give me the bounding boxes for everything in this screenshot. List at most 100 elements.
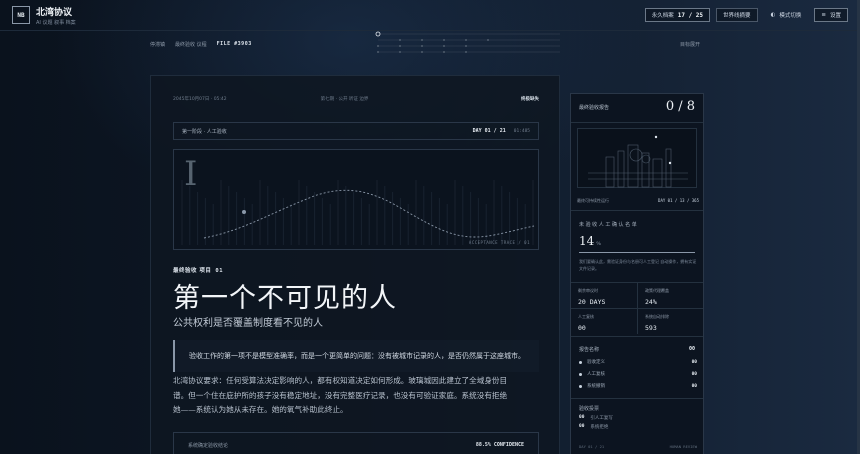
report-panel: 最终验收报告 0 / 8 最终可持续性运行 DAY 01 / 13 / 365 …: [570, 93, 704, 454]
top-actions: 永久档案 17 / 25 世界线摘要 ◐ 模式切换 ≡ 设置: [644, 8, 848, 22]
panel-footer: DAY 01 / 21 HUMAN REVIEW: [579, 444, 697, 449]
confirm-list-title: 未 验 收 人 工 确 认 名 单: [579, 222, 637, 228]
summary-button[interactable]: 世界线摘要: [716, 8, 758, 22]
stat-value: 593: [645, 324, 657, 332]
article-meta: 2045年10月07日 · 05:42 第七期 · 公开 听证 边界 终极缺失: [173, 96, 539, 102]
stat-label: 人工复核: [578, 314, 594, 319]
confirm-unit: %: [596, 241, 602, 247]
archive-label: 永久档案: [651, 13, 674, 19]
moon-icon: ◐: [770, 12, 776, 18]
breadcrumb-item-2[interactable]: 最终验收 议程: [175, 41, 207, 48]
plot-caption-left: 最终可持续性运行: [577, 198, 609, 203]
vote-title: 验收投票: [579, 406, 600, 412]
file-id: FILE #3903: [216, 40, 252, 47]
vote-label: 引人工复写: [590, 416, 613, 421]
bullet-icon: [579, 372, 582, 376]
plot-caption: ACCEPTANCE TRACE / 01: [468, 240, 530, 245]
body-line-1: 北湾协议要求：任何受算法决定影响的人，都有权知道决定如何形成。玻璃城因此建立了全…: [173, 376, 508, 385]
stat-cell: 政策代理覆盖 24%: [637, 282, 703, 308]
plot-caption-row: 最终可持续性运行 DAY 01 / 13 / 365: [577, 198, 699, 204]
body-paragraph: 北湾协议要求：任何受算法决定影响的人，都有权知道决定如何形成。玻璃城因此建立了全…: [173, 374, 513, 418]
kicker-number: 01: [215, 268, 224, 274]
skyline-svg: [588, 135, 688, 188]
stat-cell: 人工复核 00: [571, 308, 637, 334]
menu-icon: ≡: [821, 12, 826, 18]
timeline-nav[interactable]: [372, 31, 562, 57]
plot-initial: I: [184, 154, 198, 194]
article-date: 2045年10月07日 · 05:42: [173, 97, 227, 102]
divider: [571, 210, 703, 211]
footer-left: DAY 01 / 21: [579, 444, 605, 449]
app-subtitle: AI 议题 叙事 档案: [36, 19, 76, 26]
vote-value: 00: [579, 424, 585, 429]
stat-value: 00: [578, 324, 586, 332]
skyline-lines: [588, 144, 688, 188]
footer-right: HUMAN REVIEW: [669, 444, 697, 449]
confirm-note: 我们要确认此，需验证身份与名册可人工登记 自动操作，拥有实证文件记录。: [579, 259, 697, 271]
confidence-value: 88.5% CONFIDENCE: [475, 442, 524, 448]
stat-value: 20 DAYS: [578, 298, 606, 306]
vote-row[interactable]: 00 系统拒绝: [579, 424, 608, 430]
stage-label: 第一阶段 · 人工验收: [182, 128, 227, 135]
plot-gridlines: [181, 180, 534, 245]
sub-nav: 停滞镇 最终验收 议程 FILE #3903 目标展开: [0, 31, 860, 57]
mode-button[interactable]: ◐ 模式切换: [764, 8, 809, 22]
settings-label: 设置: [829, 13, 841, 19]
report-item-value: 00: [691, 371, 697, 377]
bullet-icon: [579, 360, 582, 364]
settings-button[interactable]: ≡ 设置: [814, 8, 848, 22]
breadcrumb: 停滞镇 最终验收 议程 FILE #3903: [150, 41, 252, 48]
archive-count: 17 / 25: [677, 11, 704, 19]
divider: [571, 398, 703, 399]
report-item-label: 验收定义: [587, 360, 605, 365]
report-item-label: 系统撤销: [587, 384, 605, 389]
stat-cell: 剩余审议时 20 DAYS: [571, 282, 637, 308]
acceptance-trace-plot: I ACCEPTANCE TRACE / 01: [173, 149, 539, 250]
archive-button[interactable]: 永久档案 17 / 25: [644, 8, 711, 22]
vote-row[interactable]: 00 引人工复写: [579, 415, 613, 421]
stage-bar: 第一阶段 · 人工验收 DAY 01 / 21 01:485: [173, 122, 539, 140]
brand: 北湾协议 AI 议题 叙事 档案: [36, 5, 76, 26]
trace-point: [242, 210, 246, 214]
logo[interactable]: NB: [12, 6, 30, 24]
body-line-3: 她——系统认为她从未存在。她的氧气补助此终止。: [173, 405, 348, 414]
skyline-point: [668, 161, 672, 165]
stage-sec: 01:485: [513, 128, 530, 134]
section-kicker: 最终验收 项目 01: [173, 266, 223, 274]
page-title: 第一个不可见的人: [173, 283, 397, 314]
city-skyline-plot: [577, 128, 697, 188]
summary-label: 世界线摘要: [723, 13, 751, 19]
quote-block: 验收工作的第一项不是模型准确率，而是一个更简单的问题：没有被城市记录的人，是否仍…: [173, 340, 539, 372]
breadcrumb-item-1[interactable]: 停滞镇: [150, 41, 165, 48]
progress-rule: [579, 252, 695, 253]
article-center-meta: 第七期 · 公开 听证 边界: [320, 97, 369, 102]
divider: [571, 336, 703, 337]
stat-label: 剩余审议时: [578, 288, 598, 293]
stage-day: DAY 01 / 21: [472, 128, 506, 134]
report-item[interactable]: 系统撤销 00: [579, 383, 697, 389]
stat-cell: 系统自动排除 593: [637, 308, 703, 334]
panel-title: 最终验收报告: [579, 105, 610, 111]
article-card: 2045年10月07日 · 05:42 第七期 · 公开 听证 边界 终极缺失 …: [150, 75, 560, 454]
bullet-icon: [579, 384, 582, 388]
body-line-2: 谱。但一个住在庇护所的孩子没有稳定地址，没有完整医疗记录，也没有可验证家庭。系统…: [173, 390, 508, 400]
skyline-point: [654, 135, 658, 139]
conclusion-box: 系统确定验收结论 88.5% CONFIDENCE: [173, 432, 539, 454]
stat-label: 系统自动排除: [645, 314, 669, 319]
vote-value: 00: [579, 415, 585, 420]
conclusion-label: 系统确定验收结论: [188, 442, 229, 449]
top-bar: NB 北湾协议 AI 议题 叙事 档案 永久档案 17 / 25 世界线摘要 ◐…: [0, 0, 860, 31]
report-title: 报告名称: [579, 347, 600, 353]
confirm-percent: 14%: [579, 234, 601, 248]
report-count: 00: [688, 346, 695, 352]
nav-right-link[interactable]: 目标展开: [680, 41, 700, 48]
confirm-value: 14: [579, 234, 595, 248]
report-item[interactable]: 验收定义 00: [579, 359, 697, 365]
article-status: 终极缺失: [521, 97, 539, 102]
report-item-label: 人工复核: [587, 372, 605, 377]
divider: [571, 122, 703, 123]
kicker-label: 最终验收 项目: [173, 268, 212, 274]
report-item-value: 00: [691, 359, 697, 365]
report-item[interactable]: 人工复核 00: [579, 371, 697, 377]
mode-label: 模式切换: [779, 13, 802, 19]
